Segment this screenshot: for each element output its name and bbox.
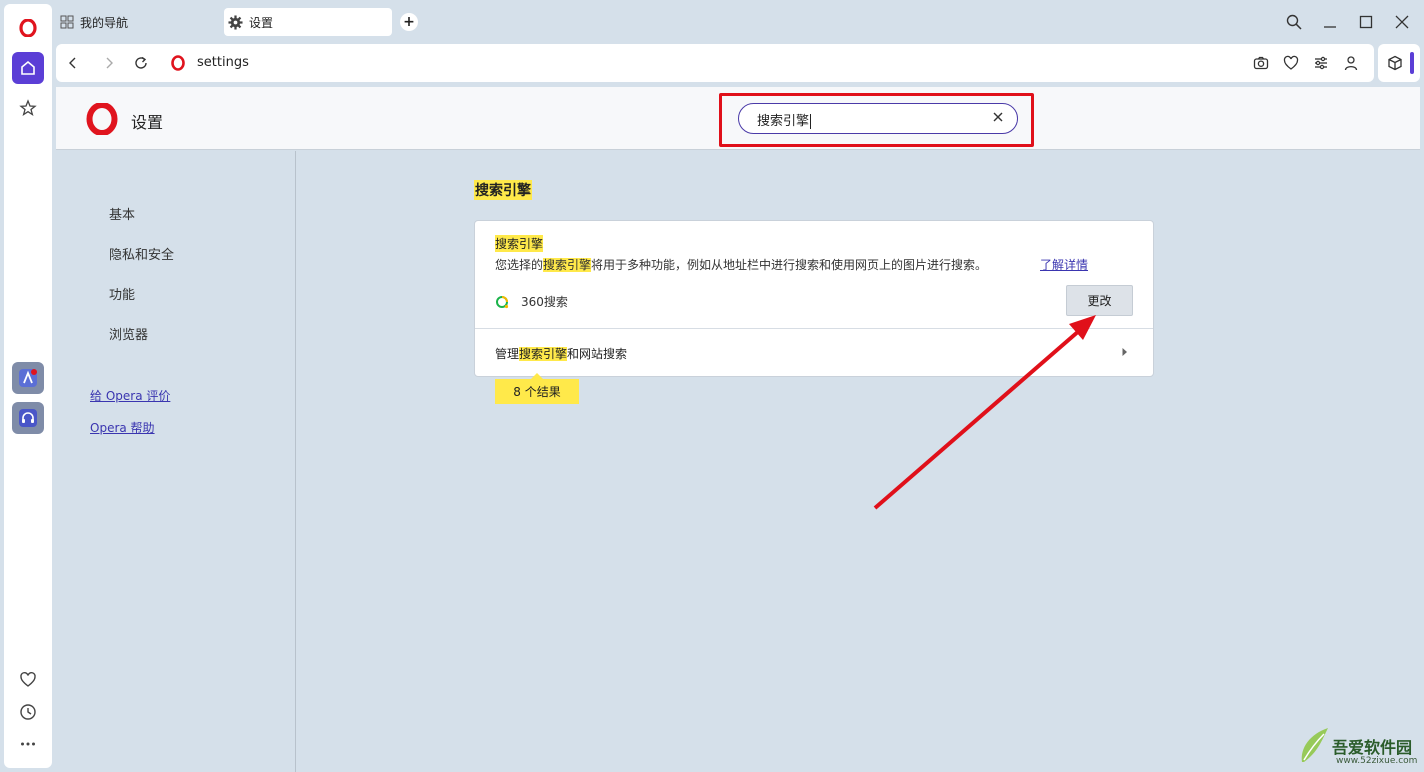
reload-button[interactable] [132,54,150,72]
settings-header: 设置 搜索引擎 [56,87,1420,150]
chevron-right-icon [106,57,113,69]
nav-item-basic[interactable]: 基本 [109,204,135,223]
tab-label: 设置 [249,15,274,30]
sidebar-indicator [1410,52,1414,74]
change-engine-button[interactable]: 更改 [1066,285,1133,316]
profile-button[interactable] [1342,54,1360,72]
watermark-logo-icon [1301,728,1328,762]
gear-icon [228,14,243,30]
bookmark-page-button[interactable] [1282,54,1300,72]
search-input[interactable]: 搜索引擎 [757,110,812,129]
divider [475,328,1153,329]
new-tab-button[interactable]: + [400,13,418,31]
cube-icon [1388,55,1402,71]
home-button[interactable] [12,52,44,84]
headphones-icon [19,409,37,427]
search-engine-card: 搜索引擎 您选择的搜索引擎将用于多种功能，例如从地址栏中进行搜索和使用网页上的图… [474,220,1154,377]
tab-search-button[interactable] [1284,12,1304,32]
aria-app-button[interactable] [12,362,44,394]
forward-button[interactable] [100,54,118,72]
clear-search-icon[interactable] [991,110,1005,124]
bookmarks-button[interactable] [12,92,44,124]
sliders-icon [1315,56,1327,70]
watermark-name: 吾爱软件园 [1332,738,1413,757]
clock-icon [20,704,36,720]
reload-icon [135,56,147,69]
section-title: 搜索引擎 [474,180,532,200]
favorites-button[interactable] [12,664,44,696]
address-bar: settings [56,44,1374,82]
maximize-icon [1359,15,1373,29]
opera-logo-icon [19,19,37,37]
site-icon [169,54,187,72]
manage-search-engines-row[interactable]: 管理搜索引擎和网站搜索 [495,345,627,362]
extensions-button[interactable] [1386,54,1404,72]
results-count-tooltip: 8 个结果 [495,373,579,404]
chevron-left-icon [69,57,76,69]
default-engine-row: 360搜索 [495,293,568,310]
star-icon [19,99,37,116]
minimize-icon [1324,26,1336,28]
watermark: 吾爱软件园 www.52zixue.com [1290,712,1420,770]
close-icon [1395,15,1409,29]
close-window-button[interactable] [1392,12,1412,32]
tab-my-navigation[interactable]: 我的导航 [60,12,128,32]
opera-help-link[interactable]: Opera 帮助 [90,419,155,436]
search-icon [1286,14,1302,30]
maximize-button[interactable] [1356,12,1376,32]
rate-opera-link[interactable]: 给 Opera 评价 [90,387,170,404]
tab-label: 我的导航 [80,15,129,30]
nav-item-browser[interactable]: 浏览器 [109,324,148,343]
watermark-url: www.52zixue.com [1336,756,1418,766]
snapshot-button[interactable] [1252,54,1270,72]
more-button[interactable] [12,728,44,760]
url-input[interactable]: settings [197,55,249,70]
opera-logo-icon [171,55,185,71]
back-button[interactable] [64,54,82,72]
opera-logo-icon [86,103,118,135]
user-icon [1344,56,1358,71]
learn-more-link[interactable]: 了解详情 [1040,256,1088,273]
chevron-right-icon [1122,348,1127,356]
minimize-button[interactable] [1320,12,1340,32]
aria-icon [19,369,37,387]
music-player-button[interactable] [12,402,44,434]
card-title: 搜索引擎 [495,235,544,252]
engine-name: 360搜索 [521,295,568,309]
opera-menu-button[interactable] [12,12,44,44]
nav-item-features[interactable]: 功能 [109,284,135,303]
more-dots-icon [21,742,35,746]
settings-page: 设置 搜索引擎 基本 隐私和安全 功能 浏览器 给 Opera 评价 Opera… [56,87,1420,772]
opera-sidebar [4,4,52,768]
home-icon [21,60,35,75]
settings-nav: 基本 隐私和安全 功能 浏览器 给 Opera 评价 Opera 帮助 [56,151,296,772]
camera-icon [1253,56,1269,70]
heart-icon [20,672,36,687]
tab-settings[interactable]: 设置 [224,8,392,36]
360-search-icon [496,295,509,308]
extensions-area [1378,44,1420,82]
card-description: 您选择的搜索引擎将用于多种功能，例如从地址栏中进行搜索和使用网页上的图片进行搜索… [495,258,988,272]
easy-setup-button[interactable] [1312,54,1330,72]
history-button[interactable] [12,696,44,728]
nav-item-privacy[interactable]: 隐私和安全 [109,244,174,263]
heart-icon [1283,55,1299,70]
grid-icon [60,15,74,29]
settings-search-box[interactable]: 搜索引擎 [738,103,1018,134]
page-title: 设置 [131,113,164,132]
